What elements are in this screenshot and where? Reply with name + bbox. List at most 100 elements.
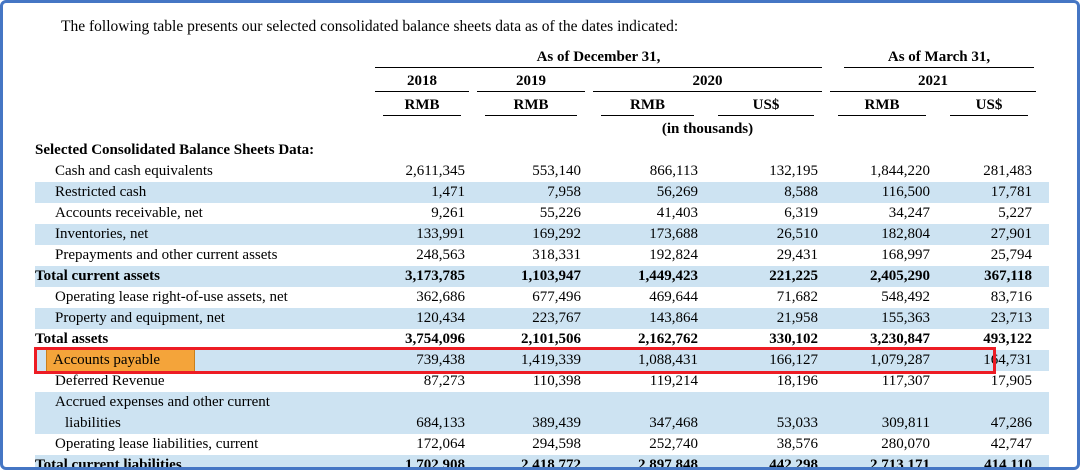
document-page: The following table presents our selecte… bbox=[0, 0, 1080, 470]
cell-value: 47,286 bbox=[938, 413, 1040, 434]
cell-value: 362,686 bbox=[371, 287, 473, 308]
table-row: Prepayments and other current assets248,… bbox=[35, 245, 1049, 266]
row-label: Accounts payable bbox=[35, 350, 371, 371]
cell-value: 3,754,096 bbox=[371, 329, 473, 350]
cell-value: 26,510 bbox=[706, 224, 826, 245]
cell-value: 120,434 bbox=[371, 308, 473, 329]
row-label: Prepayments and other current assets bbox=[35, 245, 371, 266]
cell-value: 169,292 bbox=[473, 224, 589, 245]
cell-value: 252,740 bbox=[589, 434, 706, 455]
cell-value: 41,403 bbox=[589, 203, 706, 224]
row-label: Total current assets bbox=[35, 266, 371, 287]
cell-value: 2,162,762 bbox=[589, 329, 706, 350]
table-row: Deferred Revenue87,273110,398119,21418,1… bbox=[35, 371, 1049, 392]
cell-value: 3,173,785 bbox=[371, 266, 473, 287]
cell-value: 309,811 bbox=[826, 413, 938, 434]
units-row: (in thousands) bbox=[35, 119, 1049, 139]
cell-value: 2,897,848 bbox=[589, 455, 706, 470]
cell-value: 6,319 bbox=[706, 203, 826, 224]
cell-value: 55,226 bbox=[473, 203, 589, 224]
currency-header-usd-2021: US$ bbox=[950, 95, 1028, 116]
table-row: Accrued expenses and other currentliabil… bbox=[35, 392, 1049, 434]
row-label: Inventories, net bbox=[35, 224, 371, 245]
cell-value: 5,227 bbox=[938, 203, 1040, 224]
cell-value: 294,598 bbox=[473, 434, 589, 455]
cell-value: 38,576 bbox=[706, 434, 826, 455]
currency-header-rmb-2021: RMB bbox=[838, 95, 926, 116]
intro-paragraph: The following table presents our selecte… bbox=[61, 17, 1057, 36]
cell-value: 173,688 bbox=[589, 224, 706, 245]
row-label: Accrued expenses and other currentliabil… bbox=[35, 392, 371, 434]
cell-value: 8,588 bbox=[706, 182, 826, 203]
table-row: Operating lease right-of-use assets, net… bbox=[35, 287, 1049, 308]
cell-value: 3,230,847 bbox=[826, 329, 938, 350]
cell-value: 739,438 bbox=[371, 350, 473, 371]
section-title: Selected Consolidated Balance Sheets Dat… bbox=[35, 140, 1040, 161]
cell-value: 117,307 bbox=[826, 371, 938, 392]
cell-value: 182,804 bbox=[826, 224, 938, 245]
cell-value: 87,273 bbox=[371, 371, 473, 392]
units-note: (in thousands) bbox=[589, 119, 826, 139]
column-group-header-row: As of December 31, As of March 31, bbox=[35, 47, 1049, 68]
cell-value: 172,064 bbox=[371, 434, 473, 455]
cell-value: 132,195 bbox=[706, 161, 826, 182]
year-header-2018: 2018 bbox=[375, 71, 469, 92]
col-group-march-31: As of March 31, bbox=[844, 47, 1034, 68]
cell-value: 2,101,506 bbox=[473, 329, 589, 350]
cell-value: 280,070 bbox=[826, 434, 938, 455]
cell-value: 1,471 bbox=[371, 182, 473, 203]
cell-value: 23,713 bbox=[938, 308, 1040, 329]
cell-value: 18,196 bbox=[706, 371, 826, 392]
year-header-2021: 2021 bbox=[830, 71, 1036, 92]
cell-value: 27,901 bbox=[938, 224, 1040, 245]
cell-value: 34,247 bbox=[826, 203, 938, 224]
cell-value: 1,088,431 bbox=[589, 350, 706, 371]
table-row: Total assets3,754,0962,101,5062,162,7623… bbox=[35, 329, 1049, 350]
cell-value: 223,767 bbox=[473, 308, 589, 329]
row-label: Total current liabilities bbox=[35, 455, 371, 470]
cell-value: 1,079,287 bbox=[826, 350, 938, 371]
row-label: Restricted cash bbox=[35, 182, 371, 203]
table-row: Total current liabilities1,702,9082,418,… bbox=[35, 455, 1049, 470]
section-title-row: Selected Consolidated Balance Sheets Dat… bbox=[35, 140, 1049, 161]
cell-value: 367,118 bbox=[938, 266, 1040, 287]
cell-value: 83,716 bbox=[938, 287, 1040, 308]
cell-value: 17,781 bbox=[938, 182, 1040, 203]
cell-value: 53,033 bbox=[706, 413, 826, 434]
table-row: Cash and cash equivalents2,611,345553,14… bbox=[35, 161, 1049, 182]
cell-value: 17,905 bbox=[938, 371, 1040, 392]
year-header-2019: 2019 bbox=[477, 71, 585, 92]
cell-value: 7,958 bbox=[473, 182, 589, 203]
currency-header-rmb-2018: RMB bbox=[383, 95, 461, 116]
cell-value: 2,713,171 bbox=[826, 455, 938, 470]
table-row-accounts-payable: Accounts payable739,4381,419,3391,088,43… bbox=[35, 350, 1049, 371]
row-label: Deferred Revenue bbox=[35, 371, 371, 392]
row-label: Property and equipment, net bbox=[35, 308, 371, 329]
table-row: Total current assets3,173,7851,103,9471,… bbox=[35, 266, 1049, 287]
cell-value: 221,225 bbox=[706, 266, 826, 287]
table-row: Operating lease liabilities, current172,… bbox=[35, 434, 1049, 455]
cell-value: 1,702,908 bbox=[371, 455, 473, 470]
table-row: Inventories, net133,991169,292173,68826,… bbox=[35, 224, 1049, 245]
cell-value: 281,483 bbox=[938, 161, 1040, 182]
cell-value: 493,122 bbox=[938, 329, 1040, 350]
cell-value: 553,140 bbox=[473, 161, 589, 182]
cell-value: 347,468 bbox=[589, 413, 706, 434]
row-label: Cash and cash equivalents bbox=[35, 161, 371, 182]
cell-value: 2,405,290 bbox=[826, 266, 938, 287]
cell-value: 330,102 bbox=[706, 329, 826, 350]
cell-value: 71,682 bbox=[706, 287, 826, 308]
table-row: Property and equipment, net120,434223,76… bbox=[35, 308, 1049, 329]
cell-value: 29,431 bbox=[706, 245, 826, 266]
cell-value: 2,611,345 bbox=[371, 161, 473, 182]
cell-value: 25,794 bbox=[938, 245, 1040, 266]
table-body: Cash and cash equivalents2,611,345553,14… bbox=[35, 161, 1049, 470]
cell-value: 1,844,220 bbox=[826, 161, 938, 182]
cell-value: 442,298 bbox=[706, 455, 826, 470]
row-label: Total assets bbox=[35, 329, 371, 350]
cell-value: 116,500 bbox=[826, 182, 938, 203]
cell-value: 133,991 bbox=[371, 224, 473, 245]
cell-value: 318,331 bbox=[473, 245, 589, 266]
cell-value: 168,997 bbox=[826, 245, 938, 266]
table-row: Accounts receivable, net9,26155,22641,40… bbox=[35, 203, 1049, 224]
